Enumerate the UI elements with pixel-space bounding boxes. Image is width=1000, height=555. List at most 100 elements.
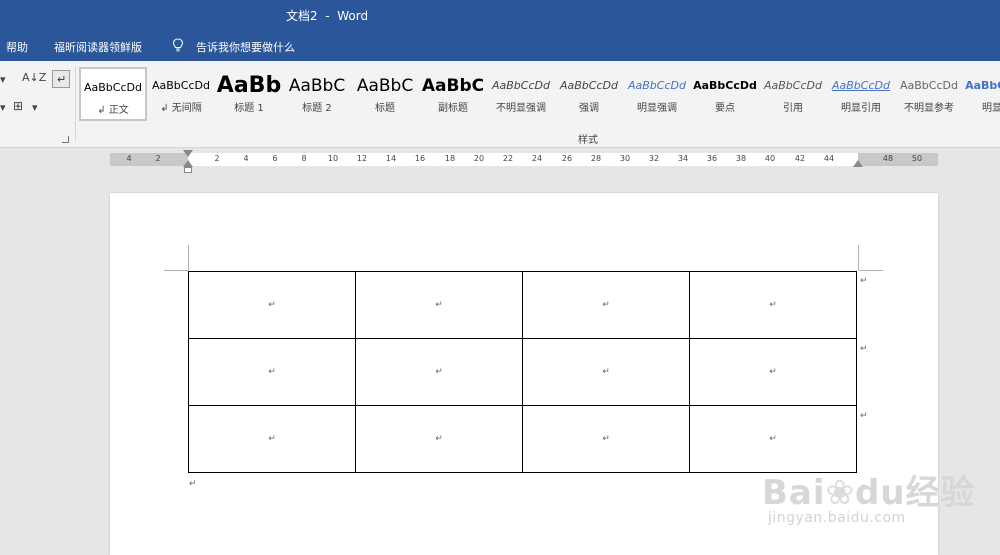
sort-icon[interactable]: A↓Z [22, 71, 46, 84]
borders-icon[interactable]: ⊞ [13, 99, 23, 113]
end-of-row-mark: ↵ [860, 276, 868, 286]
style-quote[interactable]: AaBbCcDd 引用 [759, 67, 827, 121]
style-normal[interactable]: AaBbCcDd ↲ 正文 [79, 67, 147, 121]
svg-text:↵: ↵ [57, 73, 66, 86]
first-line-indent-marker[interactable] [183, 150, 193, 157]
ruler-right-margin [858, 153, 938, 166]
document-table[interactable]: ↵ ↵ ↵ ↵ ↵ ↵ ↵ ↵ ↵ ↵ ↵ ↵ [188, 271, 857, 473]
style-emphasis[interactable]: AaBbCcDd 强调 [555, 67, 623, 121]
style-title[interactable]: AaBbC 标题 [351, 67, 419, 121]
style-name: ↲ 正文 [97, 105, 129, 116]
style-heading-2[interactable]: AaBbC 标题 2 [283, 67, 351, 121]
ruler-number: 20 [473, 154, 485, 163]
table-cell[interactable]: ↵ [522, 405, 690, 473]
style-sample: AaBbC [288, 76, 346, 96]
table-cell[interactable]: ↵ [188, 271, 356, 339]
ruler-left-margin [110, 153, 188, 166]
tell-me-search[interactable]: 告诉我你想要做什么 [196, 39, 295, 55]
style-sample: AaBbCcDd [492, 79, 550, 92]
style-subtle-reference[interactable]: AaBbCcDd 不明显参考 [895, 67, 963, 121]
hanging-indent-marker[interactable] [183, 160, 193, 167]
style-name: 副标题 [438, 103, 468, 114]
style-sample: AaBbCcDd [832, 79, 890, 92]
style-heading-1[interactable]: AaBb 标题 1 [215, 67, 283, 121]
ruler-number: 36 [706, 154, 718, 163]
ruler-number: 2 [155, 154, 161, 163]
right-indent-marker[interactable] [853, 160, 863, 167]
style-subtle-emphasis[interactable]: AaBbCcDd 不明显强调 [487, 67, 555, 121]
ruler-number: 38 [735, 154, 747, 163]
style-intense-emphasis[interactable]: AaBbCcDd 明显强调 [623, 67, 691, 121]
table-cell[interactable]: ↵ [689, 271, 857, 339]
table-row: ↵ ↵ ↵ ↵ [188, 338, 857, 406]
pilcrow-icon: ↵ [57, 73, 66, 86]
style-no-spacing[interactable]: AaBbCcDd ↲ 无间隔 [147, 67, 215, 121]
style-subtitle[interactable]: AaBbC 副标题 [419, 67, 487, 121]
borders-dropdown-icon[interactable]: ▾ [32, 101, 38, 114]
table-cell[interactable]: ↵ [689, 405, 857, 473]
group-separator [75, 67, 76, 141]
styles-gallery: AaBbCcDd ↲ 正文 AaBbCcDd ↲ 无间隔 AaBb 标题 1 A… [79, 67, 1000, 123]
ruler-number: 26 [561, 154, 573, 163]
left-indent-marker[interactable] [184, 167, 192, 173]
table-cell[interactable]: ↵ [355, 405, 523, 473]
ruler-number: 12 [356, 154, 368, 163]
show-formatting-marks-button[interactable]: ↵ [52, 70, 70, 88]
ruler-number: 2 [214, 154, 220, 163]
table-cell[interactable]: ↵ [522, 338, 690, 406]
menu-foxit-reader[interactable]: 福昕阅读器领鲜版 [54, 39, 142, 55]
styles-group-label: 样式 [578, 135, 598, 146]
style-name: 不明显强调 [496, 103, 546, 114]
title-bar: 文档2 - Word [0, 0, 1000, 30]
dialog-launcher-icon[interactable] [62, 136, 69, 143]
ruler-number: 4 [243, 154, 249, 163]
style-intense-quote[interactable]: AaBbCcDd 明显引用 [827, 67, 895, 121]
table-row: ↵ ↵ ↵ ↵ [188, 405, 857, 473]
paragraph-mark: ↵ [189, 479, 197, 489]
end-of-row-mark: ↵ [860, 344, 868, 354]
ruler-number: 14 [385, 154, 397, 163]
style-sample: AaBb [216, 73, 282, 98]
ruler-number: 32 [648, 154, 660, 163]
paragraph-tools: ▾ A↓Z ↵ ▾ ⊞ ▾ [0, 61, 75, 147]
table-cell[interactable]: ↵ [689, 338, 857, 406]
style-intense-reference[interactable]: AaBbCcDd 明显参 [963, 67, 1000, 121]
ruler-number: 8 [301, 154, 307, 163]
ruler-number: 24 [531, 154, 543, 163]
table-row: ↵ ↵ ↵ ↵ [188, 271, 857, 339]
style-name: 标题 [375, 103, 395, 114]
baidu-jingyan-watermark: Bai❀du经验 jingyan.baidu.com [762, 465, 1000, 535]
table-cell[interactable]: ↵ [355, 271, 523, 339]
ruler-number: 44 [823, 154, 835, 163]
crop-mark [859, 270, 883, 271]
watermark-suffix: 经验 [905, 473, 976, 513]
style-name: 强调 [579, 103, 599, 114]
table-cell[interactable]: ↵ [522, 271, 690, 339]
menu-help[interactable]: 帮助 [6, 39, 28, 55]
style-sample: AaBbCcDd [965, 79, 1000, 92]
style-name: 标题 1 [234, 103, 264, 114]
style-strong[interactable]: AaBbCcDd 要点 [691, 67, 759, 121]
ruler-number: 6 [272, 154, 278, 163]
ruler-number: 22 [502, 154, 514, 163]
horizontal-ruler[interactable]: 4 2 2 4 6 8 10 12 14 16 18 20 22 24 26 2… [110, 153, 938, 166]
crop-mark [858, 245, 859, 270]
end-of-row-mark: ↵ [860, 411, 868, 421]
style-sample: AaBbC [356, 76, 414, 96]
style-sample: AaBbCcDd [84, 81, 142, 94]
style-sample: AaBbCcDd [900, 79, 958, 92]
ruler-number: 10 [327, 154, 339, 163]
ruler-number: 4 [126, 154, 132, 163]
style-name: 明显参 [982, 103, 1000, 114]
style-name: 明显强调 [637, 103, 677, 114]
table-cell[interactable]: ↵ [355, 338, 523, 406]
dropdown-arrow-icon[interactable]: ▾ [0, 73, 6, 86]
style-name: 要点 [715, 103, 735, 114]
dropdown-arrow-icon-2[interactable]: ▾ [0, 101, 6, 114]
table-cell[interactable]: ↵ [188, 338, 356, 406]
ruler-number: 28 [590, 154, 602, 163]
crop-mark [188, 245, 189, 270]
ruler-number: 18 [444, 154, 456, 163]
table-cell[interactable]: ↵ [188, 405, 356, 473]
style-sample: AaBbCcDd [628, 79, 686, 92]
